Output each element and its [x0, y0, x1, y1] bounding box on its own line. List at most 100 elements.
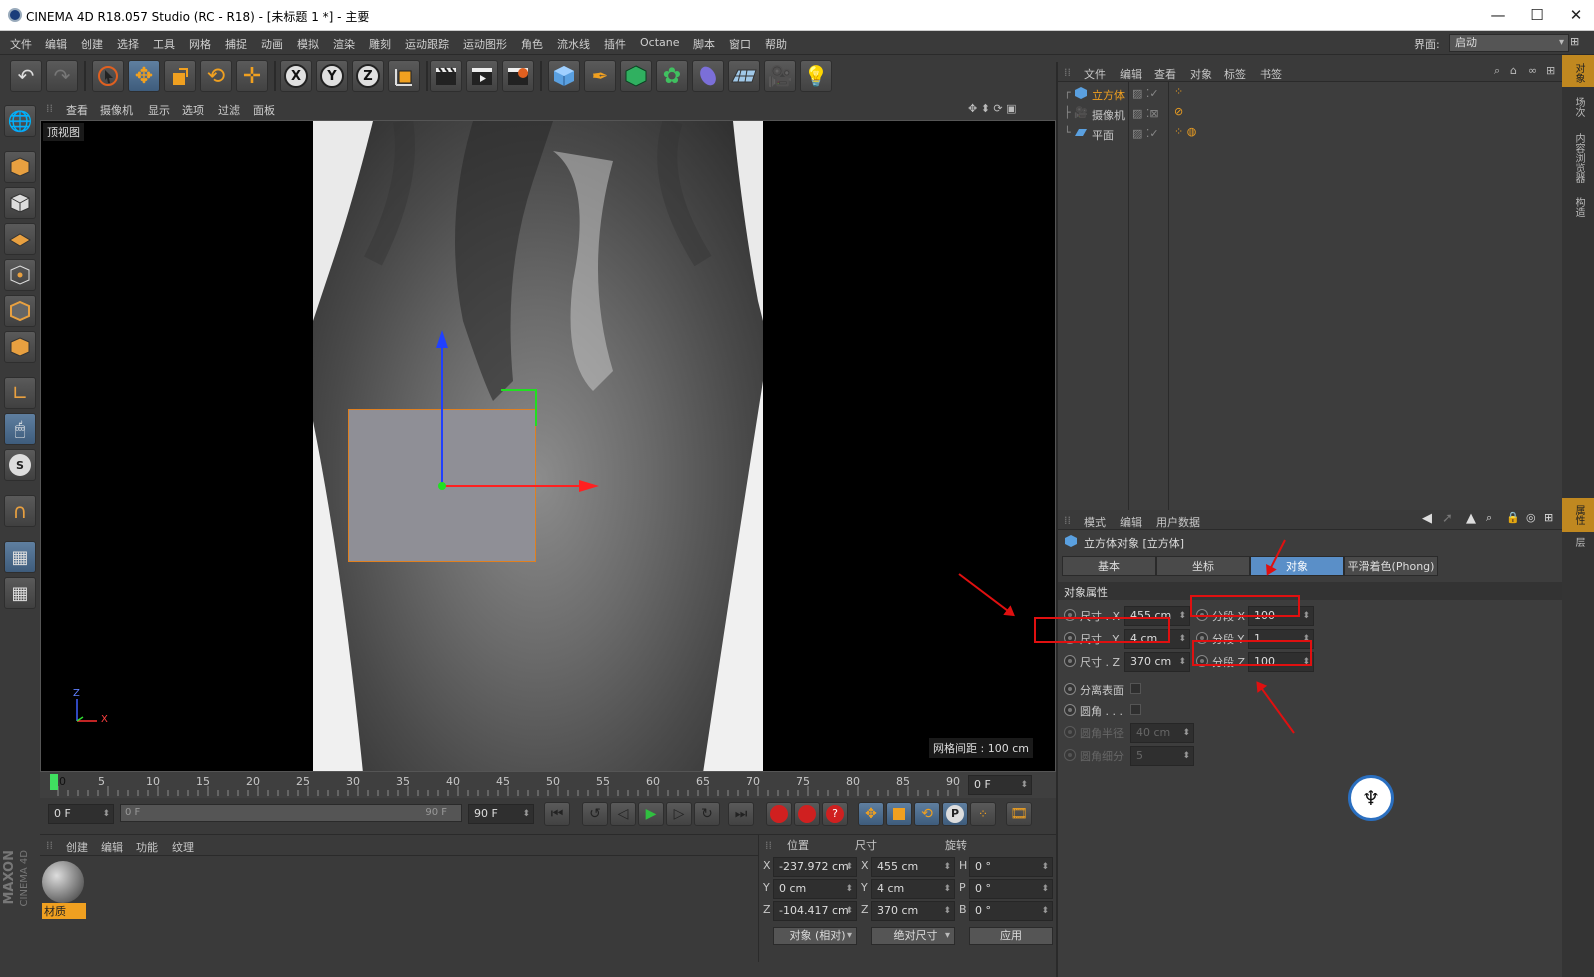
model-mode-button[interactable]: [4, 151, 36, 183]
floor-button[interactable]: [728, 60, 760, 92]
objmgr-expand-icon[interactable]: ⊞: [1546, 64, 1555, 77]
vp-menu-display[interactable]: 显示: [148, 102, 170, 118]
make-editable-button[interactable]: 🌐: [4, 105, 36, 137]
attr-search-icon[interactable]: ⌕: [1486, 511, 1492, 525]
size-y-field[interactable]: 4 cm: [871, 879, 955, 899]
object-row-cube[interactable]: ┌ 立方体 ▨ ⁚✓ ⁘: [1058, 84, 1562, 103]
rotate-tool-button[interactable]: ⟲: [200, 60, 232, 92]
visibility-dots[interactable]: ▨ ⁚✓: [1132, 87, 1159, 100]
objmgr-link-icon[interactable]: ∞: [1528, 64, 1537, 77]
vp-menu-view[interactable]: 查看: [66, 102, 88, 118]
polygons-mode-button[interactable]: [4, 331, 36, 363]
autokey-button[interactable]: [794, 802, 820, 826]
menu-mesh[interactable]: 网格: [189, 36, 211, 52]
key-param-button[interactable]: P: [942, 802, 968, 826]
visibility-dots[interactable]: ▨ ⁚⊠: [1132, 107, 1159, 120]
pen-spline-button[interactable]: ✒: [584, 60, 616, 92]
lock-y-button[interactable]: Y: [316, 60, 348, 92]
menu-animate[interactable]: 动画: [261, 36, 283, 52]
record-button[interactable]: [766, 802, 792, 826]
frame-range-slider[interactable]: 0 F 90 F: [120, 804, 462, 822]
next-frame-button[interactable]: ▷: [666, 802, 692, 826]
object-row-camera[interactable]: ├ 🎥 摄像机 ▨ ⁚⊠ ⊘: [1058, 104, 1562, 123]
viewport[interactable]: 顶视图 Z X 网格间距 : 100 cm: [40, 120, 1056, 772]
vtab-structure[interactable]: 构造: [1568, 197, 1586, 217]
tweak-mode-button[interactable]: 🖱: [4, 413, 36, 445]
points-mode-button[interactable]: [4, 259, 36, 291]
playhead[interactable]: [50, 774, 58, 790]
goto-start-button[interactable]: ⏮: [544, 802, 570, 826]
obj-menu-bookmarks[interactable]: 书签: [1260, 66, 1282, 82]
anim-dot-separate[interactable]: [1064, 683, 1076, 695]
size-mode-dropdown[interactable]: 绝对尺寸: [871, 927, 955, 945]
position-x-field[interactable]: -237.972 cm: [773, 857, 857, 877]
axis-mode-button[interactable]: ∟: [4, 377, 36, 409]
move-gizmo[interactable]: [341, 326, 601, 506]
mat-menu-function[interactable]: 功能: [136, 839, 158, 855]
position-y-field[interactable]: 0 cm: [773, 879, 857, 899]
anim-dot-fillet[interactable]: [1064, 704, 1076, 716]
panel-expand-icon[interactable]: ⊞: [1570, 35, 1579, 48]
vp-menu-camera[interactable]: 摄像机: [100, 102, 133, 118]
vtab-layers[interactable]: 层: [1568, 537, 1586, 547]
menu-simulate[interactable]: 模拟: [297, 36, 319, 52]
lock-x-button[interactable]: X: [280, 60, 312, 92]
texture-mode-button[interactable]: [4, 187, 36, 219]
cube-object-button[interactable]: [548, 60, 580, 92]
select-tool-button[interactable]: [92, 60, 124, 92]
planar-workplane-button[interactable]: ▦: [4, 577, 36, 609]
menu-plugins[interactable]: 插件: [604, 36, 626, 52]
obj-menu-file[interactable]: 文件: [1084, 66, 1106, 82]
key-rotation-button[interactable]: ⟲: [914, 802, 940, 826]
vtab-objects[interactable]: 对象: [1568, 63, 1586, 83]
mat-menu-create[interactable]: 创建: [66, 839, 88, 855]
deformer-button[interactable]: [692, 60, 724, 92]
vp-menu-filter[interactable]: 过滤: [218, 102, 240, 118]
mat-menu-texture[interactable]: 纹理: [172, 839, 194, 855]
forward-arrow-icon[interactable]: ➚: [1442, 511, 1453, 526]
goto-end-button[interactable]: ⏭: [728, 802, 754, 826]
transform-tool-button[interactable]: ✛: [236, 60, 268, 92]
menu-character[interactable]: 角色: [521, 36, 543, 52]
snap-button[interactable]: S: [4, 449, 36, 481]
size-z-field[interactable]: 370 cm: [871, 901, 955, 921]
render-picture-viewer-button[interactable]: [466, 60, 498, 92]
object-row-plane[interactable]: └ 平面 ▨ ⁚✓ ⁘ ◍: [1058, 124, 1562, 143]
menu-octane[interactable]: Octane: [640, 36, 680, 49]
menu-pipeline[interactable]: 流水线: [557, 36, 590, 52]
obj-menu-tags[interactable]: 标签: [1224, 66, 1246, 82]
lock-z-button[interactable]: Z: [352, 60, 384, 92]
timeline-ruler[interactable]: 5 10 15 20 25 30 35 40 45 50 55 60 65 70…: [40, 772, 1056, 798]
edges-mode-button[interactable]: [4, 295, 36, 327]
menu-mograph[interactable]: 运动图形: [463, 36, 507, 52]
apply-button[interactable]: 应用: [969, 927, 1053, 945]
menu-motion-tracker[interactable]: 运动跟踪: [405, 36, 449, 52]
light-button[interactable]: 💡: [800, 60, 832, 92]
size-x-field[interactable]: 455 cm: [871, 857, 955, 877]
attr-target-icon[interactable]: ◎: [1526, 511, 1536, 524]
menu-render[interactable]: 渲染: [333, 36, 355, 52]
key-scale-button[interactable]: [886, 802, 912, 826]
render-view-button[interactable]: [430, 60, 462, 92]
menu-tools[interactable]: 工具: [153, 36, 175, 52]
vtab-attributes[interactable]: 属性: [1568, 505, 1586, 525]
tab-basic[interactable]: 基本: [1062, 556, 1156, 576]
back-arrow-icon[interactable]: ◀: [1422, 511, 1432, 526]
camera-button[interactable]: 🎥: [764, 60, 796, 92]
layout-dropdown[interactable]: 启动: [1449, 34, 1569, 52]
obj-menu-view[interactable]: 查看: [1154, 66, 1176, 82]
menu-select[interactable]: 选择: [117, 36, 139, 52]
attr-menu-mode[interactable]: 模式: [1084, 514, 1106, 530]
menu-sculpt[interactable]: 雕刻: [369, 36, 391, 52]
key-position-button[interactable]: ✥: [858, 802, 884, 826]
render-settings-button[interactable]: [502, 60, 534, 92]
viewport-nav-icons[interactable]: ✥ ⬍ ⟳ ▣: [968, 102, 1017, 115]
undo-button[interactable]: ↶: [10, 60, 42, 92]
menu-edit[interactable]: 编辑: [45, 36, 67, 52]
prev-key-button[interactable]: ↺: [582, 802, 608, 826]
next-key-button[interactable]: ↻: [694, 802, 720, 826]
menu-create[interactable]: 创建: [81, 36, 103, 52]
prev-frame-button[interactable]: ◁: [610, 802, 636, 826]
material-tags-icon[interactable]: ⁘ ◍: [1174, 125, 1196, 138]
scale-tool-button[interactable]: [164, 60, 196, 92]
